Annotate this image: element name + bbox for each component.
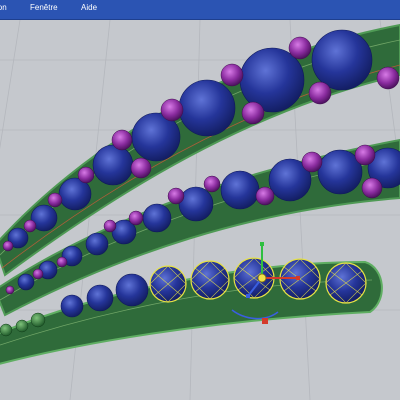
menu-item-fenetre[interactable]: Fenêtre bbox=[30, 3, 58, 12]
gizmo-y-handle[interactable] bbox=[260, 242, 264, 246]
menu-bar: ion Fenêtre Aide bbox=[0, 0, 400, 20]
gizmo-center-handle[interactable] bbox=[257, 273, 267, 283]
gizmo-scale-handle[interactable] bbox=[262, 318, 268, 324]
scene-svg[interactable] bbox=[0, 20, 400, 400]
menu-item-edition[interactable]: ion bbox=[0, 3, 7, 12]
menu-item-aide[interactable]: Aide bbox=[81, 3, 97, 12]
gizmo-x-handle[interactable] bbox=[296, 276, 300, 280]
gizmo-z-handle[interactable] bbox=[246, 294, 250, 298]
3d-viewport[interactable] bbox=[0, 20, 400, 400]
